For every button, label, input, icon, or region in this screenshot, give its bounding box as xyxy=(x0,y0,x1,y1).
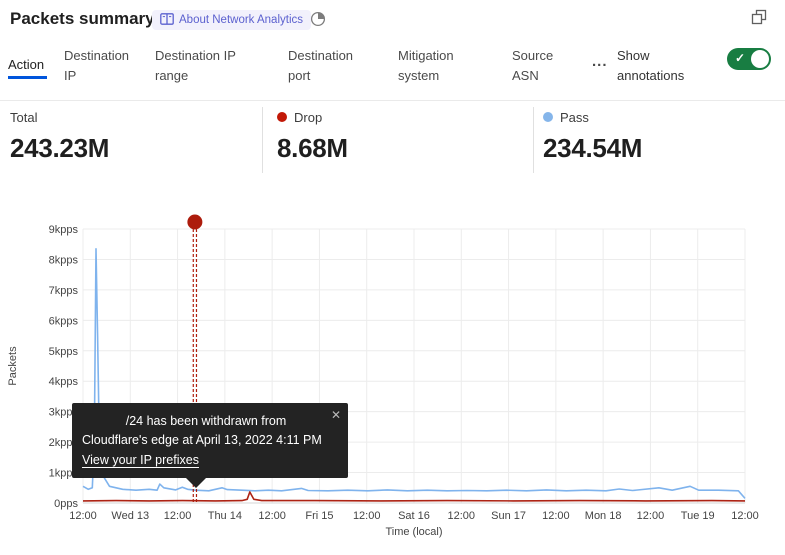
annotation-dot[interactable] xyxy=(187,215,202,230)
toggle-knob xyxy=(751,50,769,68)
stat-divider xyxy=(533,107,534,173)
x-tick-label: Sun 17 xyxy=(491,510,526,522)
close-icon[interactable]: ✕ xyxy=(331,406,341,425)
tab-destination-port[interactable]: Destination port xyxy=(288,46,370,86)
pass-legend-dot xyxy=(543,112,553,122)
x-axis-label: Time (local) xyxy=(385,526,442,538)
y-tick-label: 6kpps xyxy=(49,315,79,327)
tab-destination-ip-range[interactable]: Destination IP range xyxy=(155,46,251,86)
x-tick-label: 12:00 xyxy=(164,510,192,522)
view-ip-prefixes-link[interactable]: View your IP prefixes xyxy=(82,453,199,467)
y-tick-label: 7kpps xyxy=(49,285,79,297)
x-tick-label: 12:00 xyxy=(69,510,97,522)
packets-chart[interactable]: 12:00 Wed 13 12:00 Thu 14 12:00 Fri 15 12:00 Sa… xyxy=(0,200,785,555)
x-tick-label: Wed 13 xyxy=(111,510,149,522)
x-tick-label: Mon 18 xyxy=(585,510,622,522)
y-tick-label: 4kpps xyxy=(49,376,79,388)
y-tick-label: 8kpps xyxy=(49,254,79,266)
stat-pass-label: Pass xyxy=(560,110,589,125)
x-tick-label: Sat 16 xyxy=(398,510,430,522)
tooltip-arrow xyxy=(186,478,206,488)
more-tabs-icon[interactable]: ... xyxy=(592,52,608,72)
annotation-tooltip: ✕ /24 has been withdrawn from Cloudflare… xyxy=(72,403,348,478)
tab-source-asn[interactable]: Source ASN xyxy=(512,46,572,86)
y-tick-label: 9kpps xyxy=(49,224,79,236)
x-tick-label: 12:00 xyxy=(542,510,570,522)
stat-drop-label: Drop xyxy=(294,110,322,125)
stat-total: Total 243.23M xyxy=(10,108,109,164)
y-tick-label: 5kpps xyxy=(49,346,79,358)
drop-legend-dot xyxy=(277,112,287,122)
x-tick-label: Thu 14 xyxy=(208,510,242,522)
tab-destination-ip[interactable]: Destination IP xyxy=(64,46,144,86)
dimension-tabs: Action Destination IP Destination IP ran… xyxy=(0,0,785,100)
x-tick-label: 12:00 xyxy=(731,510,759,522)
x-tick-label: 12:00 xyxy=(448,510,476,522)
stat-divider xyxy=(262,107,263,173)
x-tick-label: 12:00 xyxy=(353,510,381,522)
show-annotations-toggle[interactable]: ✓ xyxy=(727,48,771,70)
stat-total-label: Total xyxy=(10,110,37,125)
stat-pass-value: 234.54M xyxy=(543,133,642,164)
packets-summary-panel: Packets summary About Network Analytics xyxy=(0,0,785,555)
tab-mitigation-system[interactable]: Mitigation system xyxy=(398,46,476,86)
y-tick-label: 0pps xyxy=(54,498,78,510)
x-tick-label: 12:00 xyxy=(258,510,286,522)
stats-separator xyxy=(0,100,785,101)
tooltip-line2: Cloudflare's edge at April 13, 2022 4:11… xyxy=(82,431,336,450)
stat-pass: Pass 234.54M xyxy=(543,108,642,164)
stat-drop-value: 8.68M xyxy=(277,133,348,164)
tab-action[interactable]: Action xyxy=(8,55,44,75)
show-annotations-label: Show annotations xyxy=(617,46,707,86)
check-icon: ✓ xyxy=(735,51,745,65)
active-tab-underline xyxy=(8,76,47,79)
stat-drop: Drop 8.68M xyxy=(277,108,348,164)
x-tick-label: Fri 15 xyxy=(305,510,333,522)
stat-total-value: 243.23M xyxy=(10,133,109,164)
x-tick-label: Tue 19 xyxy=(681,510,715,522)
tooltip-line1: /24 has been withdrawn from xyxy=(82,412,336,431)
x-tick-label: 12:00 xyxy=(637,510,665,522)
y-axis-label: Packets xyxy=(7,346,19,386)
